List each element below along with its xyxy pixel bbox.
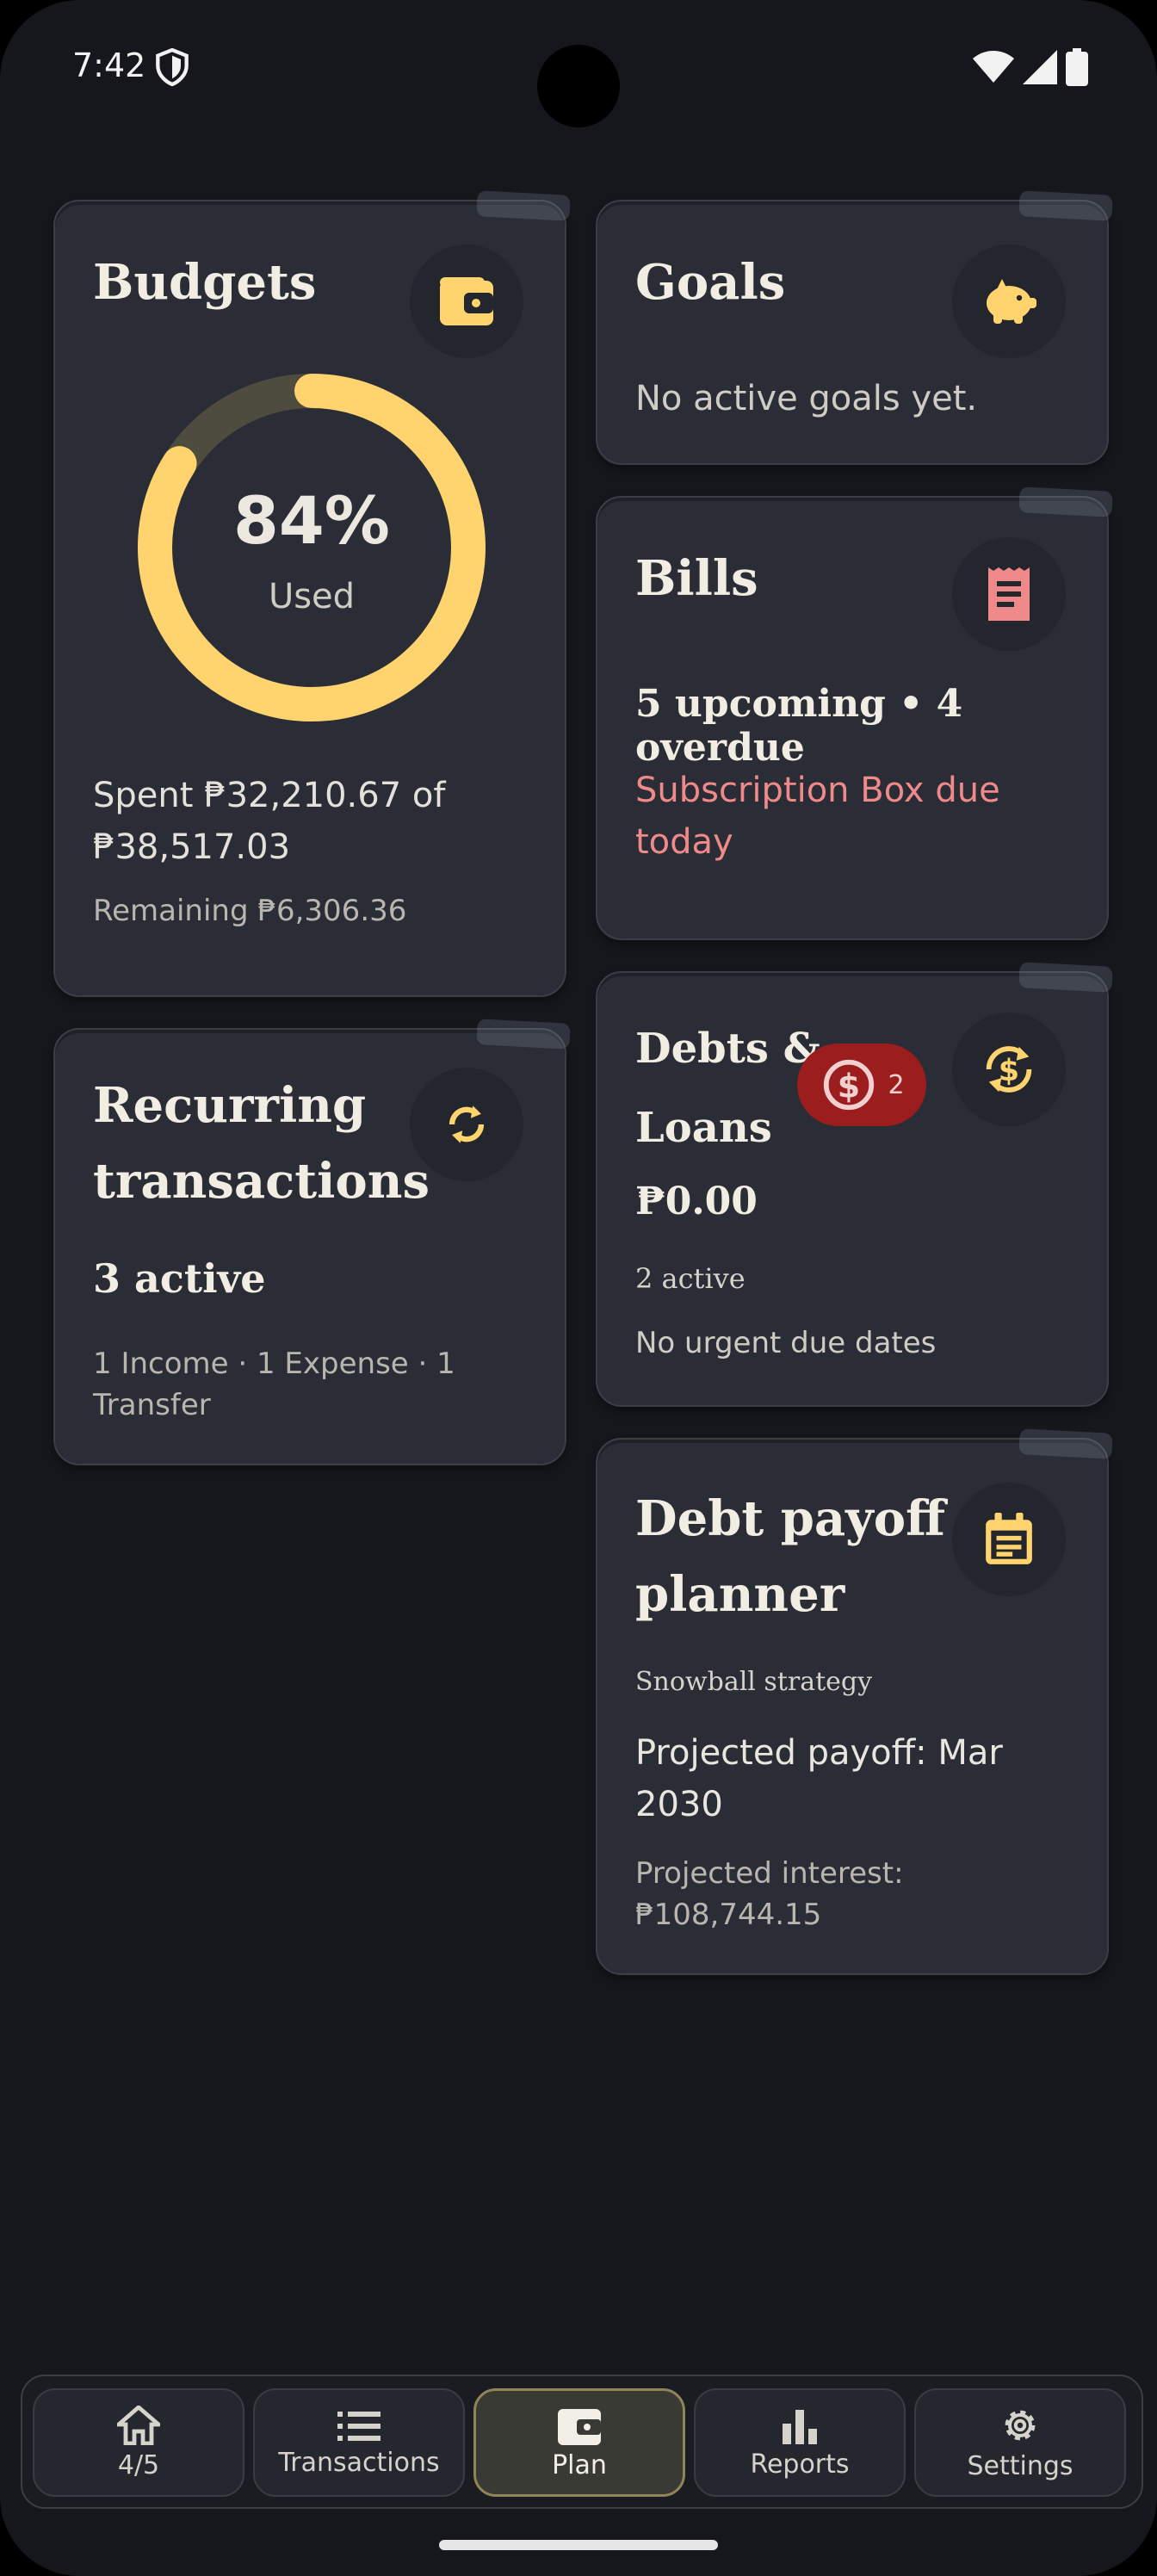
list-icon <box>337 2411 381 2441</box>
bar-chart-icon <box>783 2409 817 2444</box>
nav-label-reports: Reports <box>750 2449 850 2480</box>
goals-title: Goals <box>635 254 786 311</box>
recurring-active: 3 active <box>93 1255 266 1302</box>
nav-item-transactions[interactable]: Transactions <box>253 2388 465 2497</box>
budgets-card[interactable]: Budgets 84% Used Spent ₱32,210.67 of ₱38… <box>53 190 571 997</box>
goals-card[interactable]: Goals No active goals yet. <box>596 190 1113 465</box>
budget-used-label: Used <box>268 577 356 616</box>
goals-icon-button[interactable] <box>952 245 1066 358</box>
receipt-icon <box>988 567 1030 621</box>
recurring-card[interactable]: Recurring transactions 3 active 1 Income… <box>53 1019 571 1465</box>
home-indicator[interactable] <box>439 2540 718 2550</box>
debts-amount: ₱0.00 <box>635 1180 758 1223</box>
bills-alert: Subscription Box due today <box>635 765 1000 868</box>
bills-title: Bills <box>635 550 758 607</box>
debts-due-status: No urgent due dates <box>635 1326 937 1360</box>
payoff-icon-button[interactable] <box>952 1483 1066 1596</box>
recurring-title-line2: transactions <box>93 1153 430 1210</box>
currency-exchange-icon: $ <box>824 1059 875 1111</box>
payoff-interest: Projected interest: ₱108,744.15 <box>635 1853 904 1935</box>
nav-item-settings[interactable]: Settings <box>914 2388 1126 2497</box>
nav-item-reports[interactable]: Reports <box>694 2388 906 2497</box>
nav-label-transactions: Transactions <box>278 2447 440 2478</box>
budgets-title: Budgets <box>93 254 317 311</box>
payoff-card[interactable]: Debt payoff planner Snowball strategy Pr… <box>596 1428 1113 1975</box>
recurring-icon-button[interactable] <box>410 1068 523 1181</box>
status-time: 7:42 <box>72 46 146 84</box>
budgets-icon-button[interactable] <box>410 245 523 358</box>
wifi-icon <box>973 51 1014 83</box>
payoff-projected: Projected payoff: Mar 2030 <box>635 1727 1003 1830</box>
svg-text:$: $ <box>999 1054 1019 1088</box>
debts-card[interactable]: Debts & Loans $ 2 $ ₱0.00 2 active No ur… <box>596 962 1113 1407</box>
budget-spent: Spent ₱32,210.67 of ₱38,517.03 <box>93 770 445 873</box>
debts-title-line1: Debts & <box>635 1025 820 1073</box>
debts-active: 2 active <box>635 1262 746 1295</box>
payoff-interest-line1: Projected interest: <box>635 1856 904 1891</box>
bills-alert-line2: today <box>635 822 733 862</box>
home-icon <box>117 2405 160 2445</box>
debts-badge[interactable]: $ 2 <box>797 1043 926 1126</box>
payoff-projected-line1: Projected payoff: Mar <box>635 1733 1003 1773</box>
calendar-icon <box>986 1513 1032 1564</box>
svg-text:$: $ <box>838 1068 860 1105</box>
nav-item-home[interactable]: 4/5 <box>33 2388 244 2497</box>
recurring-breakdown: 1 Income · 1 Expense · 1 Transfer <box>93 1343 455 1426</box>
budget-percent: 84% <box>233 482 390 559</box>
tape-decoration <box>476 1019 571 1050</box>
status-icons <box>973 48 1088 86</box>
nav-label-home: 4/5 <box>117 2449 160 2480</box>
debts-badge-count: 2 <box>888 1069 905 1100</box>
tape-decoration <box>1018 962 1113 993</box>
payoff-title-line2: planner <box>635 1566 845 1623</box>
payoff-projected-line2: 2030 <box>635 1785 723 1824</box>
debts-title-line2: Loans <box>635 1104 772 1152</box>
payoff-interest-line2: ₱108,744.15 <box>635 1898 822 1932</box>
nav-item-plan[interactable]: Plan <box>473 2388 685 2497</box>
bottom-nav: 4/5 Transactions Plan Reports Settings <box>21 2375 1143 2509</box>
budget-spent-line2: ₱38,517.03 <box>93 827 291 867</box>
nav-label-plan: Plan <box>552 2449 607 2480</box>
bills-card[interactable]: Bills 5 upcoming • 4 overdue Subscriptio… <box>596 486 1113 940</box>
shield-icon <box>156 48 189 86</box>
refresh-icon <box>449 1105 485 1143</box>
wallet-icon <box>440 277 493 325</box>
recurring-breakdown-line1: 1 Income · 1 Expense · 1 <box>93 1347 455 1381</box>
nav-label-settings: Settings <box>967 2450 1073 2481</box>
budget-remaining: Remaining ₱6,306.36 <box>93 894 407 928</box>
recurring-title: Recurring transactions <box>93 1068 430 1219</box>
payoff-title: Debt payoff planner <box>635 1481 945 1632</box>
debts-icon-button[interactable]: $ <box>952 1012 1066 1126</box>
tape-decoration <box>1018 190 1113 221</box>
tape-decoration <box>476 190 571 221</box>
tape-decoration <box>1018 1428 1113 1459</box>
camera-cutout <box>537 45 620 127</box>
budget-spent-line1: Spent ₱32,210.67 of <box>93 776 446 815</box>
payoff-strategy: Snowball strategy <box>635 1667 873 1697</box>
recurring-title-line1: Recurring <box>93 1077 367 1134</box>
currency-exchange-icon: $ <box>986 1046 1032 1093</box>
wallet-icon <box>558 2408 601 2445</box>
bills-summary: 5 upcoming • 4 overdue <box>635 682 963 770</box>
signal-icon <box>1023 50 1057 84</box>
app-screen: 7:42 Budgets 84% Used Spent ₱32,210.67 o… <box>0 0 1157 2576</box>
payoff-title-line1: Debt payoff <box>635 1490 946 1547</box>
bills-icon-button[interactable] <box>952 537 1066 651</box>
goals-message: No active goals yet. <box>635 379 978 418</box>
gear-icon <box>1005 2410 1036 2440</box>
battery-icon <box>1066 48 1088 86</box>
debts-title: Debts & Loans <box>635 1009 820 1167</box>
recurring-breakdown-line2: Transfer <box>93 1388 211 1422</box>
bills-alert-line1: Subscription Box due <box>635 771 1000 810</box>
tape-decoration <box>1018 486 1113 517</box>
piggy-bank-icon <box>987 279 1036 324</box>
